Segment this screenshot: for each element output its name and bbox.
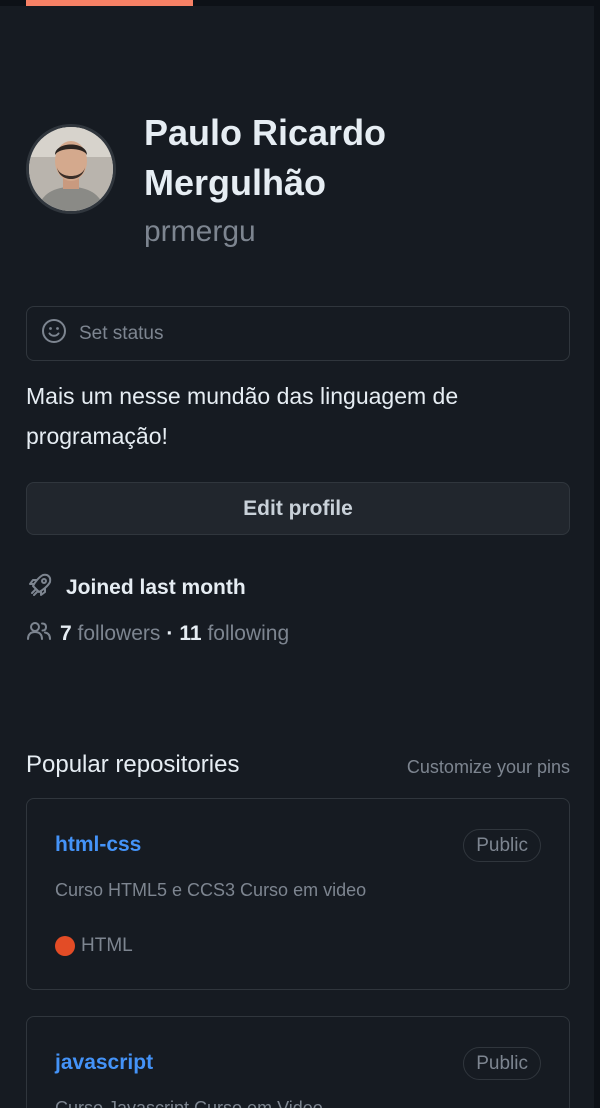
repo-description: Curso HTML5 e CCS3 Curso em video <box>55 880 367 900</box>
repo-language-label: HTML <box>81 935 133 956</box>
following-label: following <box>207 622 290 645</box>
people-icon <box>26 620 52 648</box>
followers-count: 7 <box>60 622 72 645</box>
follow-stats: 7 followers · 11 following <box>26 620 289 648</box>
edit-profile-button[interactable]: Edit profile <box>26 482 570 535</box>
follow-separator: · <box>166 622 174 645</box>
profile-header: Paulo Ricardo Mergulhão prmergu <box>26 112 444 252</box>
joined-text: Joined last month <box>66 575 246 599</box>
repo-description: Curso Javascript Curso em Video <box>55 1098 323 1108</box>
active-tab-underline <box>26 0 193 6</box>
avatar-photo <box>29 127 113 211</box>
following-link[interactable]: 11 following <box>179 622 289 646</box>
customize-pins-link[interactable]: Customize your pins <box>407 757 570 778</box>
avatar[interactable] <box>26 124 116 214</box>
joined-info: Joined last month <box>26 571 246 604</box>
smiley-icon <box>41 318 67 349</box>
repo-visibility-badge: Public <box>463 829 541 862</box>
set-status-label: Set status <box>79 322 164 344</box>
repo-name-link[interactable]: javascript <box>55 1051 153 1075</box>
set-status-button[interactable]: Set status <box>26 306 570 361</box>
repo-language: HTML <box>55 935 133 957</box>
following-count: 11 <box>179 622 202 645</box>
repo-visibility-badge: Public <box>463 1047 541 1080</box>
followers-link[interactable]: 7 followers <box>60 622 160 646</box>
scrollbar[interactable] <box>594 0 600 1108</box>
popular-repositories-title: Popular repositories <box>26 751 240 778</box>
top-nav-bar <box>0 0 600 6</box>
profile-bio: Mais um nesse mundão das linguagem de pr… <box>26 383 459 449</box>
rocket-icon <box>26 571 54 604</box>
profile-full-name: Paulo Ricardo Mergulhão <box>144 112 387 203</box>
repo-name-link[interactable]: html-css <box>55 833 141 857</box>
repo-card: javascript Public Curso Javascript Curso… <box>26 1016 570 1108</box>
language-color-dot <box>55 936 75 956</box>
profile-username: prmergu <box>144 215 256 248</box>
followers-label: followers <box>77 622 161 645</box>
repo-card: html-css Public Curso HTML5 e CCS3 Curso… <box>26 798 570 990</box>
